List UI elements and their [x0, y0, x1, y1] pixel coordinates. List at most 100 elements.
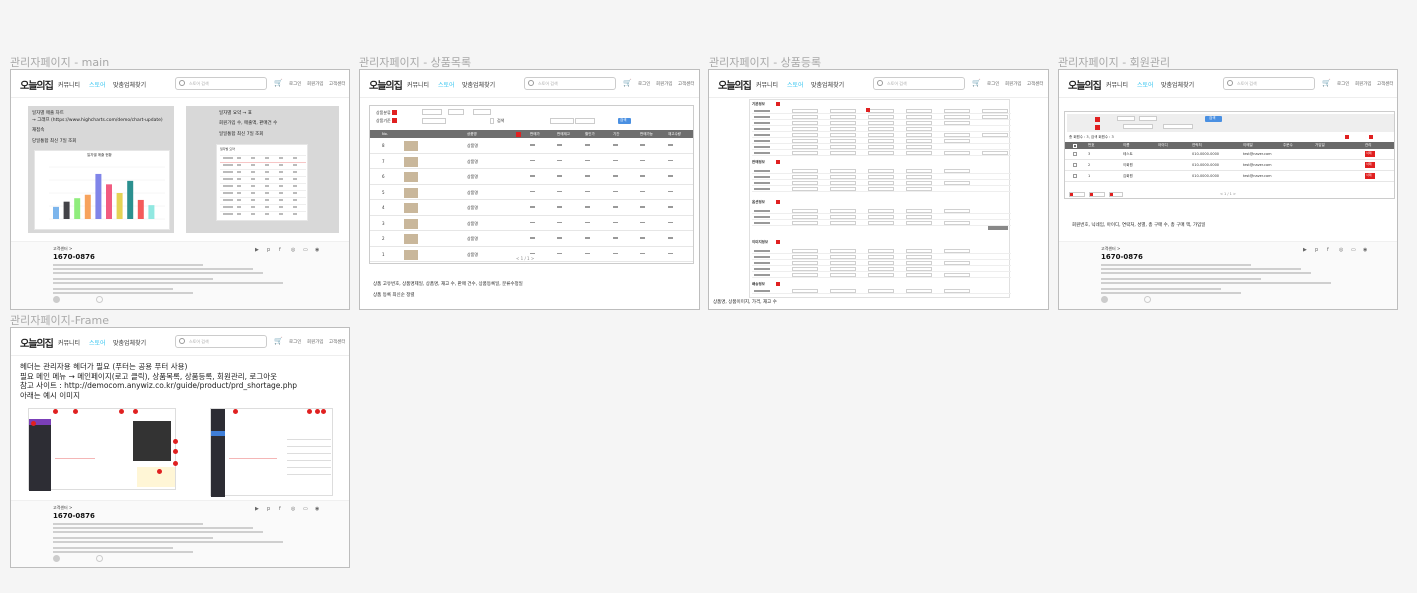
search-input[interactable]: 스토어 검색 [1223, 77, 1315, 90]
naver-icon[interactable]: ◉ [1363, 247, 1367, 253]
instagram-icon[interactable]: ◎ [291, 506, 295, 512]
chat-icon[interactable]: ▭ [303, 247, 308, 253]
form-input[interactable] [944, 249, 970, 253]
filter-input[interactable] [490, 118, 494, 124]
table-row[interactable]: 5 상품명 [370, 185, 693, 200]
filter-input[interactable] [575, 118, 595, 124]
form-input[interactable] [944, 273, 970, 277]
member-search-button[interactable]: 검색 [1205, 116, 1222, 122]
facebook-icon[interactable]: f [279, 506, 281, 512]
form-input[interactable] [868, 249, 894, 253]
header-link[interactable]: 회원가입 [656, 81, 673, 87]
nav-item[interactable]: 맞춤업체찾기 [462, 80, 495, 89]
form-input[interactable] [830, 289, 856, 293]
nav-item[interactable]: 맞춤업체찾기 [1161, 80, 1194, 89]
form-input[interactable] [906, 261, 932, 265]
row-checkbox[interactable] [1073, 152, 1077, 156]
cart-icon[interactable]: 🛒 [623, 79, 632, 87]
form-input[interactable] [944, 261, 970, 265]
form-input[interactable] [868, 289, 894, 293]
form-input[interactable] [792, 169, 818, 173]
play-icon[interactable]: ▶ [255, 247, 259, 253]
form-input[interactable] [868, 273, 894, 277]
form-input[interactable] [982, 115, 1008, 119]
header-link[interactable]: 로그인 [1337, 81, 1349, 87]
form-input[interactable] [906, 221, 932, 225]
member-column-header[interactable]: 연락처 [1192, 143, 1202, 148]
form-input[interactable] [830, 133, 856, 137]
nav-item[interactable]: 맞춤업체찾기 [811, 80, 844, 89]
row-product-name[interactable]: 상품명 [467, 190, 478, 196]
form-input[interactable] [944, 151, 970, 155]
form-input[interactable] [830, 249, 856, 253]
form-input[interactable] [868, 139, 894, 143]
form-input[interactable] [868, 215, 894, 219]
header-link[interactable]: 고객센터 [1377, 81, 1394, 87]
form-input[interactable] [868, 169, 894, 173]
nav-item[interactable]: 커뮤니티 [407, 80, 429, 89]
nav-item[interactable]: 커뮤니티 [756, 80, 778, 89]
pagination[interactable]: < 1 / 1 > [516, 256, 534, 261]
form-input[interactable] [830, 139, 856, 143]
form-input[interactable] [830, 109, 856, 113]
form-input[interactable] [792, 267, 818, 271]
form-input[interactable] [830, 169, 856, 173]
form-input[interactable] [792, 289, 818, 293]
form-input[interactable] [830, 221, 856, 225]
form-input[interactable] [792, 145, 818, 149]
form-input[interactable] [830, 115, 856, 119]
form-input[interactable] [944, 181, 970, 185]
form-input[interactable] [792, 261, 818, 265]
form-input[interactable] [792, 209, 818, 213]
member-column-header[interactable]: 이름 [1123, 143, 1129, 148]
member-row[interactable]: 3 테스트 010-0000-0000 test@naver.com 삭제 [1065, 149, 1394, 160]
table-row[interactable]: 6 상품명 [370, 169, 693, 185]
search-input[interactable]: 스토어 검색 [873, 77, 965, 90]
form-input[interactable] [830, 187, 856, 191]
form-input[interactable] [944, 121, 970, 125]
member-delete-button[interactable]: 삭제 [1365, 162, 1375, 168]
form-input[interactable] [906, 215, 932, 219]
form-input[interactable] [868, 221, 894, 225]
pinterest-icon[interactable]: p [267, 247, 270, 253]
form-input[interactable] [830, 127, 856, 131]
logo[interactable]: 오늘의집 [20, 335, 54, 350]
row-product-name[interactable]: 상품명 [467, 159, 478, 165]
column-header[interactable]: 할인가 [585, 132, 595, 137]
search-input[interactable]: 스토어 검색 [175, 77, 267, 90]
form-input[interactable] [792, 221, 818, 225]
form-input[interactable] [868, 181, 894, 185]
form-input[interactable] [906, 169, 932, 173]
header-link[interactable]: 회원가입 [1355, 81, 1372, 87]
cart-icon[interactable]: 🛒 [972, 79, 981, 87]
chat-icon[interactable]: ▭ [303, 506, 308, 512]
pinterest-icon[interactable]: p [1315, 247, 1318, 253]
form-input[interactable] [906, 187, 932, 191]
form-input[interactable] [792, 187, 818, 191]
row-product-name[interactable]: 상품명 [467, 205, 478, 211]
table-row[interactable]: 7 상품명 [370, 154, 693, 169]
chart-bar[interactable] [116, 193, 123, 219]
member-delete-button[interactable]: 삭제 [1365, 151, 1375, 157]
form-input[interactable] [868, 145, 894, 149]
header-link[interactable]: 고객센터 [329, 339, 346, 345]
column-header[interactable]: No. [382, 132, 388, 136]
instagram-icon[interactable]: ◎ [291, 247, 295, 253]
form-input[interactable] [868, 261, 894, 265]
logo[interactable]: 오늘의집 [20, 77, 54, 92]
filter-input[interactable] [422, 118, 446, 124]
chart-bar[interactable] [106, 184, 112, 219]
form-input[interactable] [906, 289, 932, 293]
form-input[interactable] [868, 255, 894, 259]
logo[interactable]: 오늘의집 [718, 77, 752, 92]
logo[interactable]: 오늘의집 [1068, 77, 1102, 92]
table-row[interactable]: 3 상품명 [370, 216, 693, 231]
row-checkbox[interactable] [1073, 163, 1077, 167]
header-link[interactable]: 고객센터 [678, 81, 695, 87]
facebook-icon[interactable]: f [1327, 247, 1329, 253]
form-input[interactable] [906, 127, 932, 131]
form-input[interactable] [792, 175, 818, 179]
nav-item[interactable]: 스토어 [787, 80, 804, 89]
member-row[interactable]: 2 이회원 010-0000-0000 test@naver.com 삭제 [1065, 160, 1394, 171]
search-button[interactable]: 검색 [618, 118, 631, 124]
